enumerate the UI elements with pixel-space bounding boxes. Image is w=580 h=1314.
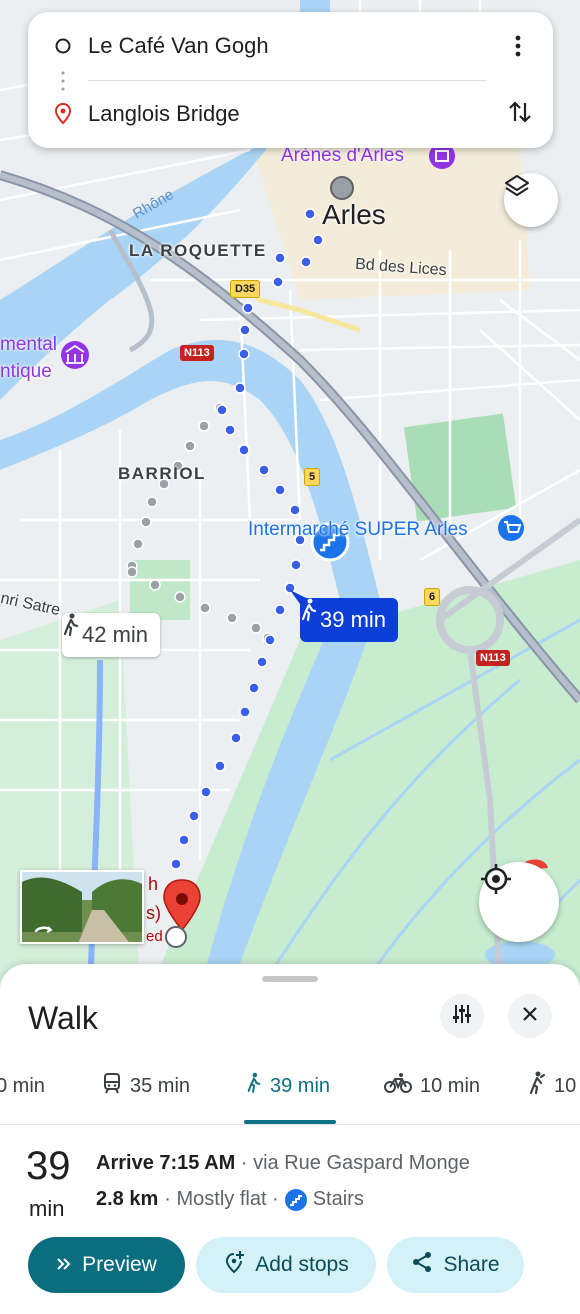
share-label: Share bbox=[443, 1253, 500, 1276]
barriol-label: BARRIOL bbox=[118, 464, 206, 483]
route-options-button[interactable] bbox=[440, 994, 484, 1038]
arrival-time: Arrive 7:15 AM bbox=[96, 1152, 236, 1174]
more-options-button[interactable] bbox=[502, 32, 534, 64]
close-icon bbox=[521, 1005, 539, 1028]
add-stops-label: Add stops bbox=[255, 1253, 349, 1276]
tune-icon bbox=[451, 1003, 473, 1030]
destination-pin-icon bbox=[53, 102, 73, 131]
duration-unit: min bbox=[29, 1196, 65, 1221]
share-icon bbox=[411, 1251, 433, 1279]
my-location-button[interactable] bbox=[479, 862, 559, 942]
tab-walk-label: 39 min bbox=[270, 1074, 331, 1097]
tab-drive-label: 0 min bbox=[0, 1074, 45, 1097]
origin-circle-icon bbox=[55, 38, 71, 59]
partial-label-s: s) bbox=[146, 903, 161, 923]
street-view-thumbnail[interactable] bbox=[20, 870, 144, 944]
partial-label-ed: ed bbox=[146, 928, 163, 945]
arrival-line: Arrive 7:15 AM · via Rue Gaspard Monge bbox=[96, 1152, 470, 1175]
distance: 2.8 km bbox=[96, 1188, 159, 1210]
double-chevron-right-icon bbox=[56, 1253, 72, 1277]
tab-transit-label: 35 min bbox=[130, 1074, 191, 1097]
alt-route-time-chip[interactable]: 42 min bbox=[62, 613, 161, 657]
chip-pointer bbox=[290, 590, 306, 604]
origin-marker bbox=[330, 176, 354, 200]
add-stops-button[interactable]: Add stops bbox=[196, 1237, 376, 1293]
stairs-label: Stairs bbox=[312, 1188, 364, 1210]
n113-shield-bottom: N113 bbox=[476, 650, 510, 666]
map-view[interactable]: Arènes d'Arles Arles LA ROQUETTE Bd des … bbox=[0, 0, 580, 990]
add-location-icon bbox=[223, 1250, 245, 1280]
more-vert-icon bbox=[515, 35, 521, 62]
museum-label-line2[interactable]: ntique bbox=[0, 361, 52, 383]
origin-field[interactable]: Le Café Van Gogh bbox=[28, 16, 553, 76]
tab-scooter[interactable]: 10 bbox=[528, 1064, 576, 1108]
stairs-icon bbox=[284, 1188, 307, 1211]
search-divider bbox=[88, 80, 487, 81]
sheet-drag-handle[interactable] bbox=[262, 976, 318, 982]
walk-icon bbox=[246, 1071, 262, 1101]
layers-button[interactable] bbox=[504, 173, 558, 227]
bike-icon bbox=[384, 1072, 412, 1100]
la-roquette-label: LA ROQUETTE bbox=[129, 241, 267, 260]
preview-label: Preview bbox=[82, 1253, 157, 1276]
selected-route-time: 39 min bbox=[320, 607, 387, 632]
duration-value: 39 bbox=[26, 1144, 71, 1188]
destination-text: Langlois Bridge bbox=[88, 101, 240, 126]
selected-route-time-chip[interactable]: 39 min bbox=[300, 598, 399, 642]
swap-vertical-icon bbox=[508, 99, 532, 130]
alt-route-time: 42 min bbox=[82, 622, 149, 647]
tab-bike-label: 10 min bbox=[420, 1074, 481, 1097]
d35-shield: D35 bbox=[230, 280, 261, 298]
route-details-line: 2.8 km · Mostly flat · Stairs bbox=[96, 1188, 364, 1211]
intermarche-label[interactable]: Intermarché SUPER Arles bbox=[248, 519, 468, 541]
tab-transit[interactable]: 35 min bbox=[102, 1064, 190, 1108]
tab-drive[interactable]: 0 min bbox=[0, 1064, 45, 1108]
destination-field[interactable]: Langlois Bridge bbox=[28, 84, 553, 144]
partial-label-h: h bbox=[148, 874, 159, 894]
transit-icon bbox=[102, 1072, 122, 1100]
directions-search-card: Le Café Van Gogh Langlois Bridge bbox=[28, 12, 553, 148]
tab-walk[interactable]: 39 min bbox=[246, 1064, 330, 1108]
museum-label-line1[interactable]: mental bbox=[0, 334, 57, 356]
route-6-shield: 6 bbox=[424, 588, 441, 606]
preview-button[interactable]: Preview bbox=[28, 1237, 185, 1293]
tab-bike[interactable]: 10 min bbox=[384, 1064, 480, 1108]
n113-shield-top: N113 bbox=[180, 345, 214, 361]
via-road: · via Rue Gaspard Monge bbox=[235, 1152, 470, 1174]
terrain: · Mostly flat · bbox=[164, 1188, 279, 1210]
city-label: Arles bbox=[322, 199, 386, 230]
travel-mode-tabs: 0 min 35 min 39 min 10 min 10 bbox=[0, 1064, 580, 1124]
swap-route-button[interactable] bbox=[502, 98, 538, 130]
origin-text: Le Café Van Gogh bbox=[88, 33, 269, 58]
route-5-shield: 5 bbox=[304, 468, 321, 486]
directions-sheet: Walk 0 min 35 min 39 min 10 min 10 39 mi… bbox=[0, 964, 580, 1314]
scooter-icon bbox=[528, 1071, 546, 1101]
tabs-divider bbox=[0, 1124, 580, 1125]
sheet-title: Walk bbox=[28, 1000, 98, 1036]
arenes-label[interactable]: Arènes d'Arles bbox=[281, 145, 404, 167]
close-button[interactable] bbox=[508, 994, 552, 1038]
tab-scooter-label: 10 bbox=[554, 1074, 577, 1097]
share-button[interactable]: Share bbox=[387, 1237, 524, 1293]
